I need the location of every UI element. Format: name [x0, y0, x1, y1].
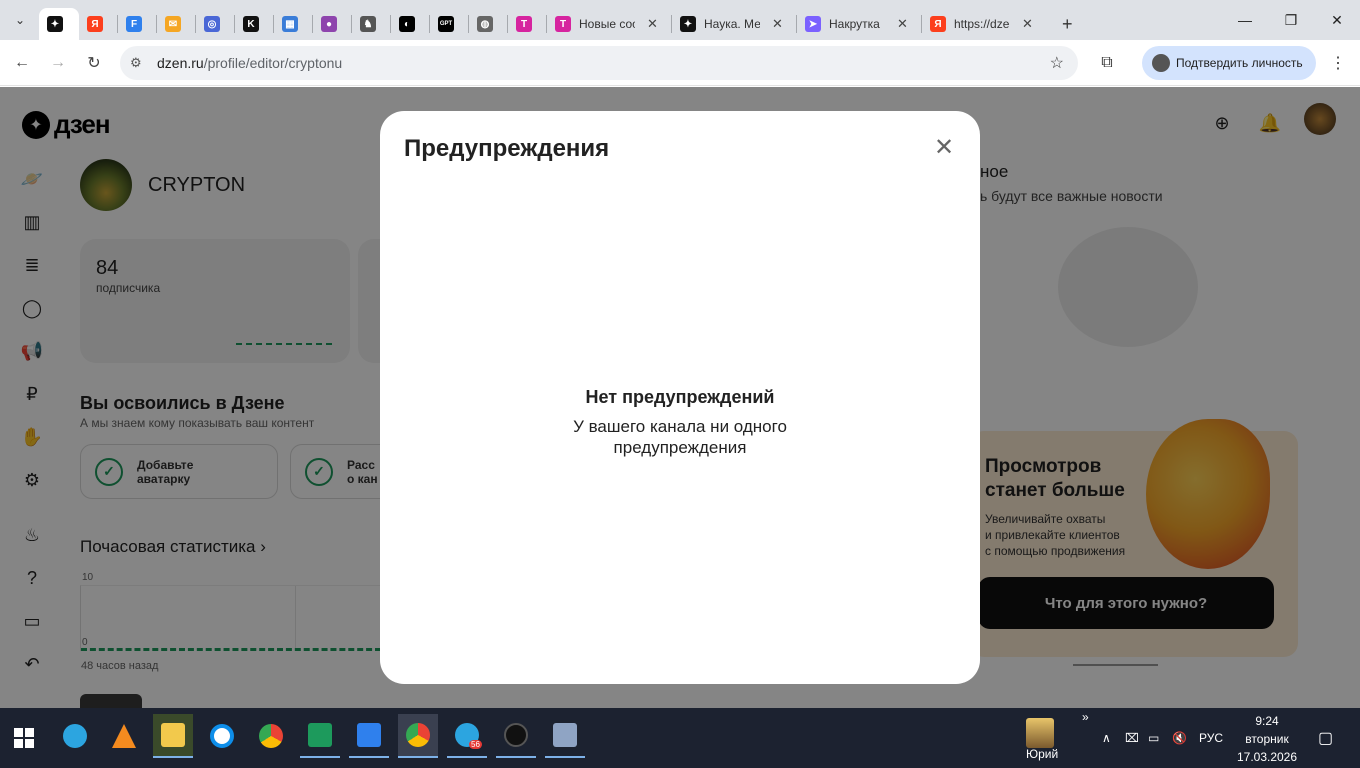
empty-state-text: У вашего канала ни одного предупреждения	[573, 417, 787, 457]
tray-arrow-icon[interactable]: ∧	[1102, 708, 1111, 768]
extensions-puzzle-icon[interactable]: ⧉	[1094, 50, 1120, 76]
tab-close-icon[interactable]: ✕	[1022, 16, 1033, 32]
tab-favicon-icon: ●	[321, 16, 337, 32]
tray-app-icon[interactable]: ⌧	[1125, 708, 1139, 768]
language-indicator[interactable]: РУС	[1199, 708, 1223, 768]
tab-favicon-icon: ➤	[805, 16, 821, 32]
address-bar[interactable]: ⚙ dzen.ru/profile/editor/cryptonu ☆	[120, 46, 1078, 80]
user-label: Юрий	[1026, 747, 1059, 761]
url-path: /profile/editor/cryptonu	[203, 55, 343, 71]
browser-tab[interactable]: ●	[313, 8, 351, 40]
browser-tab[interactable]: ♞	[352, 8, 390, 40]
notifications-icon[interactable]: ▢	[1318, 708, 1333, 768]
browser-tab[interactable]: ✦ Наука. Ме ✕	[672, 8, 796, 40]
browser-tab[interactable]: ➤ Накрутка ✕	[797, 8, 921, 40]
browser-tab[interactable]: T	[508, 8, 546, 40]
vlc-icon[interactable]	[104, 714, 144, 758]
windows-start-icon[interactable]	[14, 728, 34, 748]
browser-tab[interactable]: ◍	[469, 8, 507, 40]
warnings-modal: Предупреждения ✕ Нет предупреждений У ва…	[380, 111, 980, 684]
back-arrow-icon[interactable]: ←	[9, 50, 35, 76]
telegram-icon[interactable]: 56	[447, 714, 487, 758]
dzen-page: ✦ дзен 🪐 ▥ ≣ ◯ 📢 ₽ ✋ ⚙ ♨ ? ▭ ↶ CRYPTON 8…	[0, 87, 1360, 708]
tab-close-icon[interactable]: ✕	[647, 16, 658, 32]
telegram-pinned-icon[interactable]	[55, 714, 95, 758]
reload-icon[interactable]: ↻	[81, 50, 107, 76]
address-bar-row: ← → ↻ ⚙ dzen.ru/profile/editor/cryptonu …	[0, 40, 1360, 86]
browser-tab[interactable]: F	[118, 8, 156, 40]
remote-desktop-icon[interactable]	[545, 714, 585, 758]
tab-favicon-icon: F	[126, 16, 142, 32]
tab-favicon-icon: ✦	[47, 16, 63, 32]
file-explorer-icon[interactable]	[153, 714, 193, 758]
avatar-icon	[1152, 54, 1170, 72]
app-dark-icon[interactable]	[496, 714, 536, 758]
tab-favicon-icon: ▦	[282, 16, 298, 32]
tab-favicon-icon: ♞	[360, 16, 376, 32]
verify-identity-button[interactable]: Подтвердить личность	[1142, 46, 1316, 80]
tab-favicon-icon: ✦	[680, 16, 696, 32]
url-host: dzen.ru	[157, 55, 204, 71]
browser-tab[interactable]: K	[235, 8, 273, 40]
network-icon[interactable]: ▭	[1148, 708, 1159, 768]
clock-date: 17.03.2026	[1236, 750, 1298, 764]
browser-tab[interactable]: ◎	[196, 8, 234, 40]
browser-tab[interactable]: ▦	[274, 8, 312, 40]
tab-title: Новые соо	[579, 17, 635, 31]
new-tab-button[interactable]: +	[1054, 8, 1081, 40]
tab-close-icon[interactable]: ✕	[897, 16, 908, 32]
chrome-active-icon[interactable]	[398, 714, 438, 758]
browser-tab-strip: ⌄ ✦ Я F ✉ ◎ K ▦ ● ♞ ◐ GPT ◍ T T Новые соо ✕ ✦ Наука. Ме ✕ ➤…	[0, 0, 1360, 40]
close-window-button[interactable]: ✕	[1314, 0, 1360, 40]
teamviewer-icon[interactable]	[202, 714, 242, 758]
browser-tab[interactable]: ◐	[391, 8, 429, 40]
show-more-icon[interactable]: »	[1082, 710, 1089, 724]
close-icon[interactable]: ✕	[932, 134, 956, 161]
browser-tab[interactable]: Я	[79, 8, 117, 40]
chrome-pinned-icon[interactable]	[251, 714, 291, 758]
browser-menu-icon[interactable]: ⋮	[1328, 50, 1348, 76]
tab-close-icon[interactable]: ✕	[772, 16, 783, 32]
modal-title: Предупреждения	[404, 135, 610, 162]
browser-tab[interactable]: T Новые соо ✕	[547, 8, 671, 40]
forward-arrow-icon[interactable]: →	[45, 50, 71, 76]
user-folder-icon[interactable]	[1026, 718, 1054, 748]
volume-muted-icon[interactable]: 🔇	[1172, 708, 1187, 768]
tab-favicon-icon: ◐	[399, 16, 415, 32]
tab-favicon-icon: ◎	[204, 16, 220, 32]
minimize-button[interactable]: —	[1222, 0, 1268, 40]
site-settings-icon[interactable]: ⚙	[130, 55, 152, 71]
tab-title: https://dze	[954, 17, 1010, 31]
clock-weekday: вторник	[1245, 732, 1289, 746]
tab-favicon-icon: T	[555, 16, 571, 32]
clock[interactable]: 9:24 вторник 17.03.2026	[1232, 712, 1302, 766]
tab-title: Накрутка	[829, 17, 880, 31]
browser-tab[interactable]: GPT	[430, 8, 468, 40]
spreadsheet-icon[interactable]	[300, 714, 340, 758]
browser-tab[interactable]: ✉	[157, 8, 195, 40]
restore-button[interactable]: ❐	[1268, 0, 1314, 40]
document-icon[interactable]	[349, 714, 389, 758]
tab-favicon-icon: T	[516, 16, 532, 32]
browser-tab[interactable]: ✦	[39, 8, 79, 40]
tab-favicon-icon: ◍	[477, 16, 493, 32]
bookmark-star-icon[interactable]: ☆	[1050, 53, 1064, 73]
tab-search-icon[interactable]: ⌄	[7, 7, 33, 33]
tab-favicon-icon: Я	[87, 16, 103, 32]
tab-title: Наука. Ме	[704, 17, 760, 31]
telegram-badge: 56	[469, 740, 482, 749]
tab-favicon-icon: ✉	[165, 16, 181, 32]
browser-tab[interactable]: Яhttps://dze ✕	[922, 8, 1046, 40]
windows-taskbar: 56 Юрий » ∧ ⌧ ▭ 🔇 РУС 9:24 вторник 17.03…	[0, 708, 1360, 768]
tab-favicon-icon: Я	[930, 16, 946, 32]
tab-favicon-icon: K	[243, 16, 259, 32]
empty-state-title: Нет предупреждений	[585, 387, 775, 407]
verify-identity-label: Подтвердить личность	[1176, 56, 1303, 70]
tab-favicon-icon: GPT	[438, 16, 454, 32]
url-text[interactable]: dzen.ru/profile/editor/cryptonu	[157, 55, 342, 71]
clock-time: 9:24	[1255, 714, 1279, 728]
